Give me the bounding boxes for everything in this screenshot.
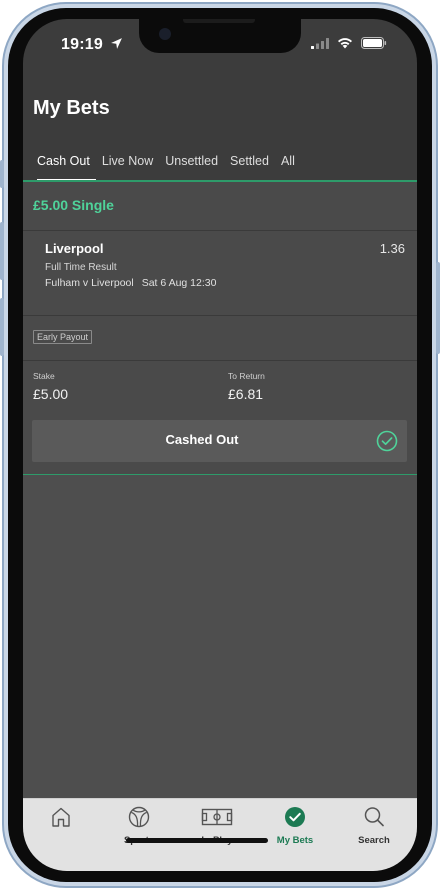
divider (23, 360, 417, 361)
page-title: My Bets (33, 97, 110, 119)
notch (139, 19, 301, 53)
power-button (436, 262, 440, 354)
speaker (183, 19, 255, 23)
wifi-icon (338, 38, 352, 49)
return-label: To Return (228, 371, 265, 381)
event-name: Fulham v Liverpool (45, 277, 134, 289)
signal-icon (311, 37, 329, 49)
cashed-out-label: Cashed Out (165, 432, 239, 447)
pitch-icon (201, 808, 233, 826)
nav-sports[interactable]: Sports (104, 805, 174, 851)
tab-live-now[interactable]: Live Now (96, 151, 159, 181)
check-circle-icon (376, 430, 398, 452)
search-icon (364, 807, 384, 827)
tab-cash-out[interactable]: Cash Out (23, 151, 96, 181)
bet-title[interactable]: £5.00 Single (33, 197, 114, 213)
stake-value: £5.00 (33, 386, 69, 402)
bottom-nav: Sports In-Play My Bets Search (23, 798, 417, 871)
status-icons (311, 37, 387, 49)
selection-name: Liverpool (45, 241, 104, 256)
card-divider (23, 474, 417, 475)
nav-home[interactable] (26, 805, 96, 851)
silent-switch (0, 160, 4, 188)
home-icon (52, 807, 70, 827)
nav-my-bets[interactable]: My Bets (260, 805, 330, 851)
check-circle-icon (285, 807, 305, 827)
return-value: £6.81 (228, 386, 264, 402)
divider (23, 315, 417, 316)
volume-down-button (0, 298, 4, 356)
market-name: Full Time Result (45, 262, 117, 273)
nav-in-play[interactable]: In-Play (182, 805, 252, 851)
status-time-text: 19:19 (61, 36, 103, 53)
football-icon (128, 806, 150, 828)
cashed-out-button[interactable]: Cashed Out (32, 420, 407, 462)
location-arrow-icon (110, 38, 122, 49)
tab-all[interactable]: All (275, 151, 301, 181)
home-indicator[interactable] (126, 838, 268, 843)
header: My Bets Cash Out Live Now Unsettled Sett… (23, 69, 417, 181)
nav-search[interactable]: Search (339, 805, 409, 851)
divider (23, 230, 417, 231)
stake-label: Stake (33, 371, 55, 381)
battery-icon (361, 37, 387, 49)
selection-odds: 1.36 (379, 241, 405, 256)
tabs: Cash Out Live Now Unsettled Settled All (23, 151, 417, 181)
screen: 19:19 My Bets Cash Out Live Now Unsettle… (23, 19, 417, 871)
status-time: 19:19 (61, 36, 123, 54)
event-line: Fulham v Liverpool Sat 6 Aug 12:30 (45, 277, 216, 289)
early-payout-badge: Early Payout (33, 330, 93, 344)
nav-label: My Bets (276, 835, 314, 846)
tab-unsettled[interactable]: Unsettled (159, 151, 224, 181)
nav-label: Search (358, 835, 390, 846)
bet-card: £5.00 Single Liverpool 1.36 Full Time Re… (23, 182, 417, 474)
camera (159, 28, 171, 40)
bets-content: £5.00 Single Liverpool 1.36 Full Time Re… (23, 182, 417, 798)
tab-settled[interactable]: Settled (224, 151, 275, 181)
event-date: Sat 6 Aug 12:30 (141, 277, 217, 289)
volume-up-button (0, 222, 4, 280)
